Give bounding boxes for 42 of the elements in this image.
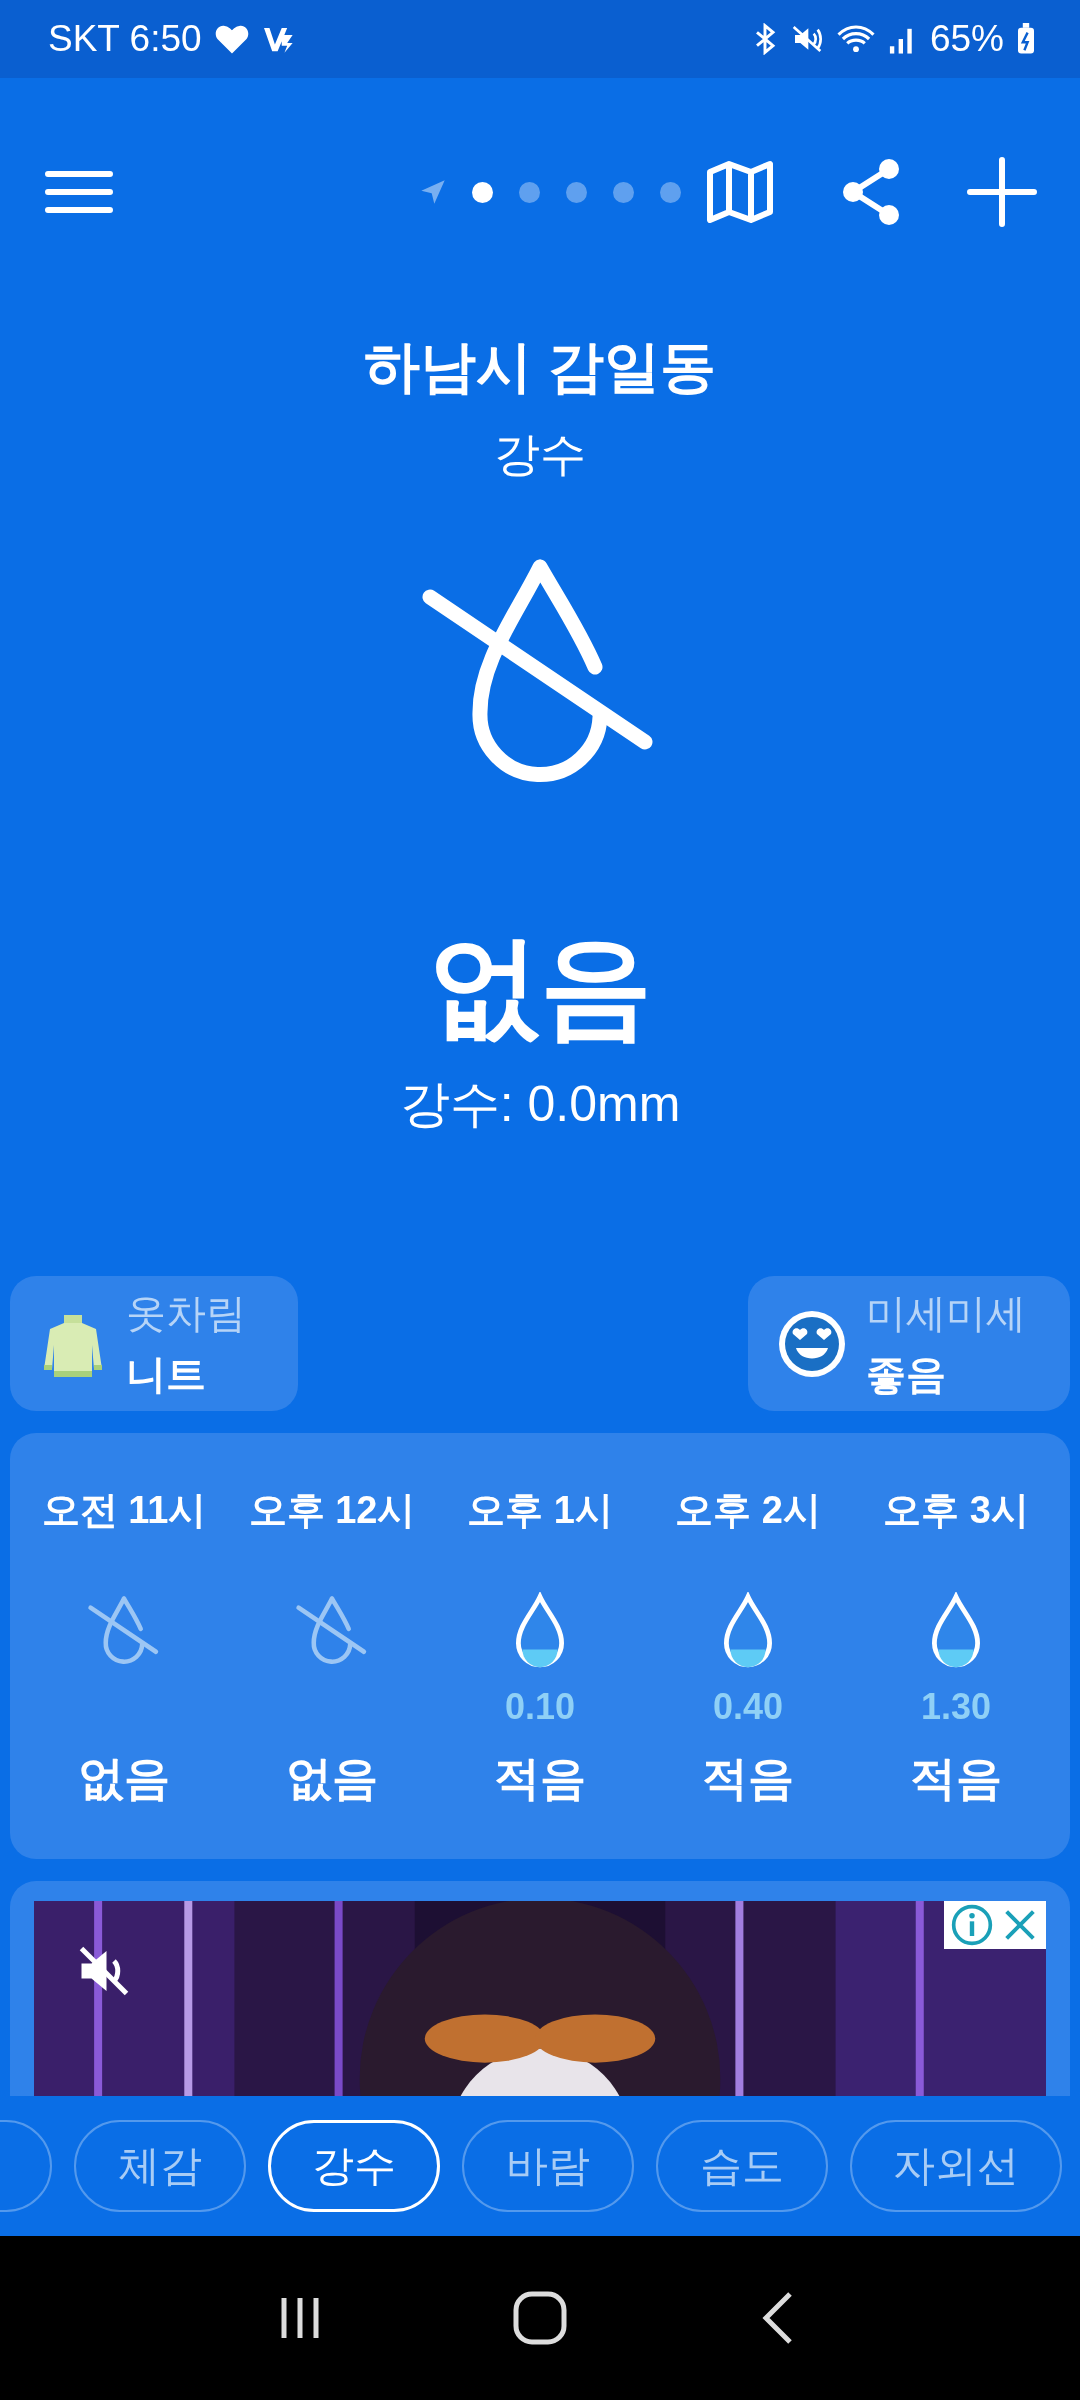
- card-label: 옷차림: [126, 1289, 246, 1337]
- carrier-time: SKT 6:50: [48, 18, 202, 60]
- rain-amount: 0.40: [712, 1686, 784, 1729]
- info-icon[interactable]: [950, 1903, 994, 1947]
- info-card[interactable]: 미세미세 좋음: [748, 1276, 1070, 1411]
- home-icon[interactable]: [512, 2290, 568, 2346]
- page-dot[interactable]: [472, 181, 493, 203]
- category-tab[interactable]: 강수: [268, 2120, 440, 2212]
- rain-amount: 1.30: [920, 1686, 992, 1729]
- card-value: 좋음: [866, 1350, 947, 1398]
- page-dot[interactable]: [566, 181, 587, 203]
- wifi-icon: [835, 23, 876, 55]
- hour-time: 오후 2시: [675, 1488, 821, 1533]
- add-icon[interactable]: [967, 157, 1037, 227]
- rain-status: 적음: [702, 1751, 794, 1806]
- hour-time: 오전 11시: [41, 1488, 207, 1533]
- info-card[interactable]: 옷차림 니트: [10, 1276, 298, 1411]
- category-tab[interactable]: 바람: [462, 2120, 634, 2212]
- battery-icon: [1016, 23, 1036, 55]
- heart-icon: [213, 23, 250, 55]
- hour-time: 오후 1시: [467, 1488, 613, 1533]
- category-tab[interactable]: 체감: [74, 2120, 246, 2212]
- hour-time: 오후 3시: [883, 1488, 1029, 1533]
- rain-status: 없음: [286, 1751, 378, 1806]
- rain-status: 적음: [494, 1751, 586, 1806]
- category-tab[interactable]: 자외선: [850, 2120, 1062, 2212]
- rain-status: 없음: [78, 1751, 170, 1806]
- card-label: 미세미세: [866, 1289, 1026, 1337]
- battery-percent: 65%: [929, 18, 1004, 60]
- page-dot[interactable]: [613, 181, 634, 203]
- page-dot[interactable]: [660, 181, 681, 203]
- category-label: 강수: [494, 427, 586, 482]
- category-tab[interactable]: 습도: [656, 2120, 828, 2212]
- current-value: 없음: [428, 923, 652, 1051]
- card-value: 니트: [126, 1350, 207, 1398]
- rain-status: 적음: [910, 1751, 1002, 1806]
- precipitation-amount: 강수: 0.0mm: [399, 1075, 681, 1134]
- page-dot[interactable]: [519, 181, 540, 203]
- location-title: 하남시 감일동: [364, 334, 716, 400]
- hour-time: 오후 12시: [248, 1488, 416, 1533]
- location-arrow-icon: [420, 179, 446, 205]
- rain-amount: 0.10: [504, 1686, 576, 1729]
